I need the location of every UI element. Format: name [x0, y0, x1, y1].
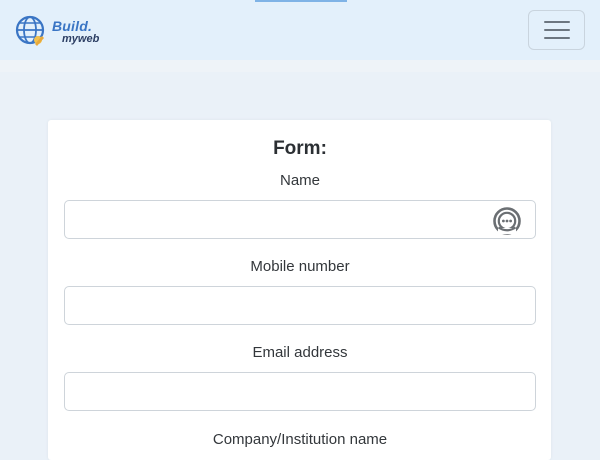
company-institution-label: Company/Institution name: [212, 431, 388, 448]
brand-name: Build. myweb: [52, 19, 99, 45]
navbar: Build. myweb: [0, 0, 600, 60]
brand-name-top: Build.: [52, 18, 93, 34]
top-link-strip: [255, 0, 347, 2]
hamburger-icon-line: [543, 21, 570, 23]
form-title: Form:: [273, 138, 327, 159]
password-manager-icon[interactable]: [492, 206, 522, 236]
name-label: Name: [279, 172, 320, 189]
navbar-toggle-button[interactable]: [528, 10, 585, 50]
hamburger-icon-line: [543, 29, 570, 31]
mobile-number-input[interactable]: [64, 286, 536, 325]
brand-name-bottom: myweb: [62, 33, 100, 45]
name-input[interactable]: [64, 200, 536, 239]
hamburger-icon-line: [543, 37, 570, 39]
email-address-label: Email address: [252, 344, 348, 361]
header-divider: [0, 60, 600, 72]
globe-icon: [15, 15, 45, 46]
mobile-number-label: Mobile number: [250, 258, 350, 275]
brand-logo-link[interactable]: Build. myweb: [14, 14, 99, 50]
email-address-input[interactable]: [64, 372, 536, 411]
